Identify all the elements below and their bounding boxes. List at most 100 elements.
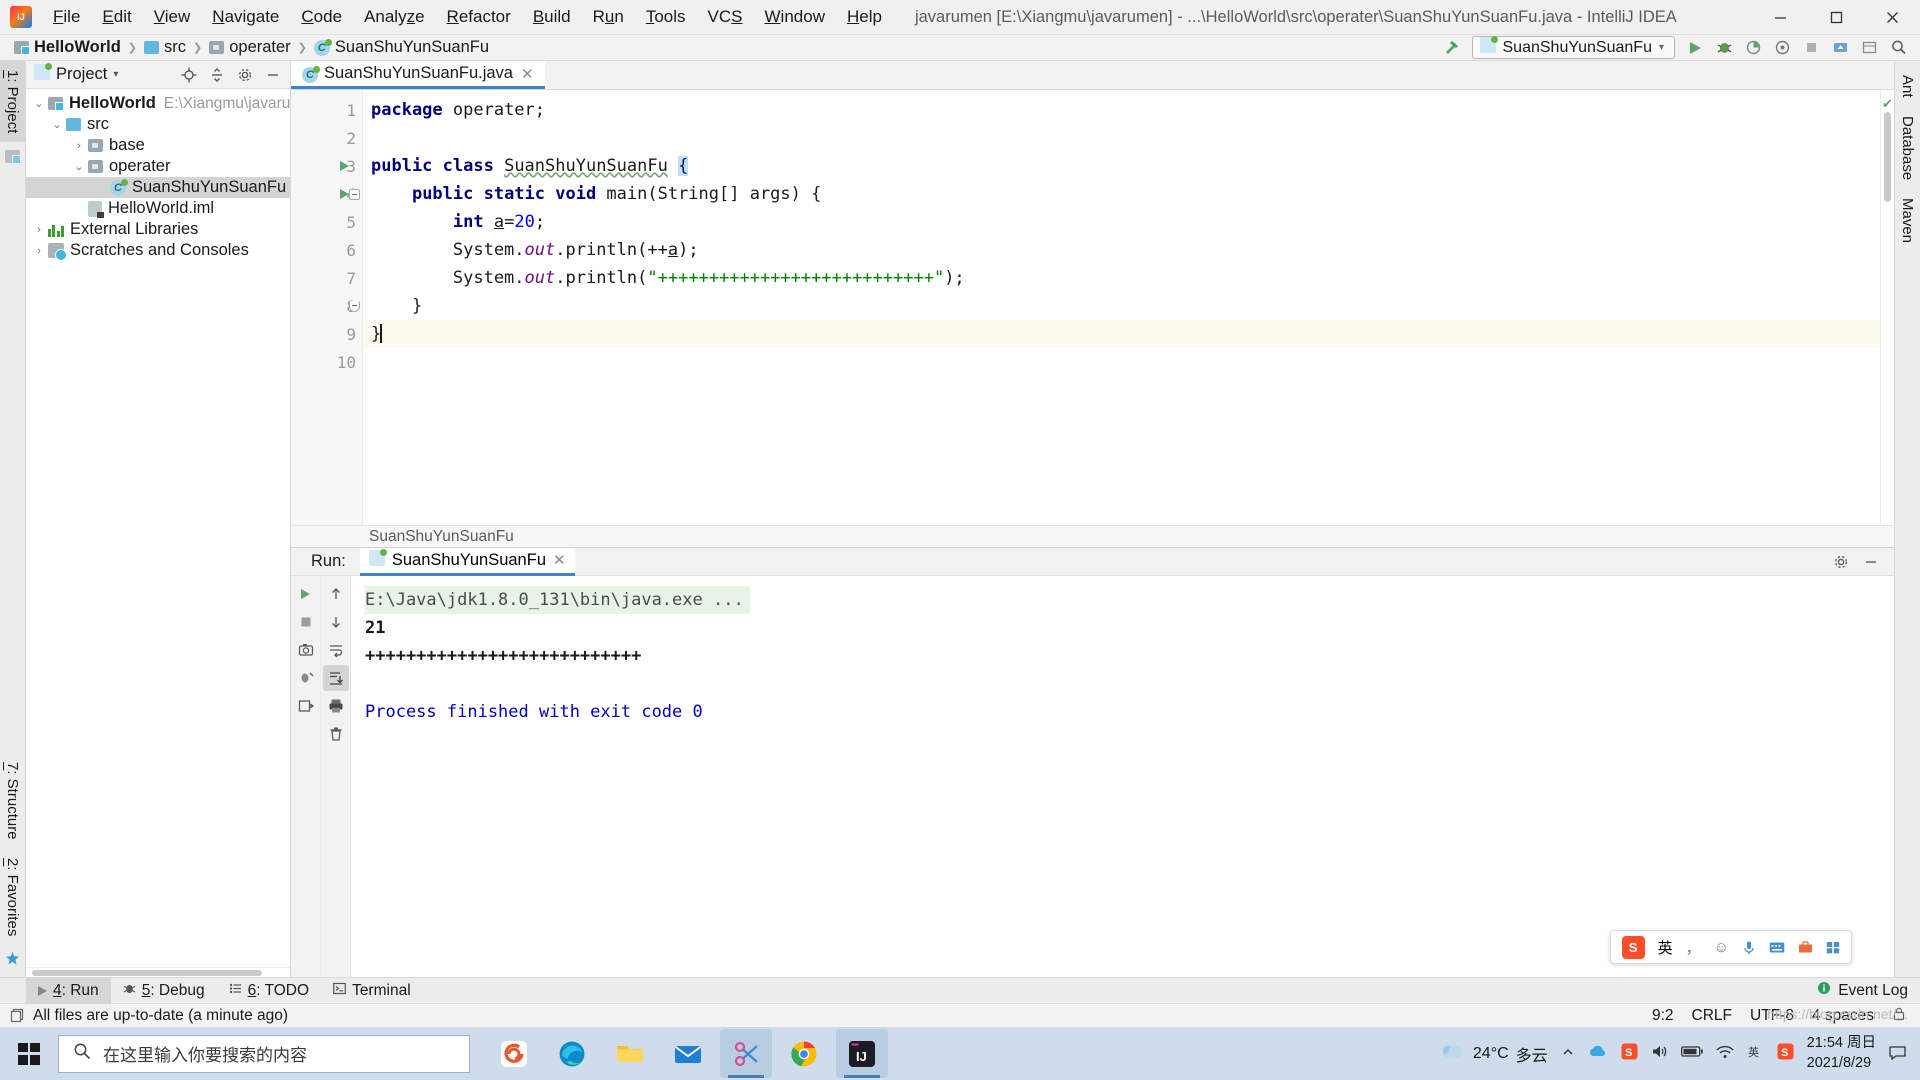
sidebar-tab-ant[interactable]: Ant	[1895, 61, 1920, 107]
editor-gutter[interactable]: 1 2 3 4 5 6 7 8 9 10	[291, 90, 363, 525]
sidebar-tab-maven[interactable]: Maven	[1895, 189, 1920, 252]
thread-dump-button[interactable]	[293, 665, 319, 691]
bottom-tab-debug[interactable]: 5: Debug	[111, 978, 217, 1004]
breadcrumb-operater[interactable]: operater	[186, 38, 291, 57]
caret-position[interactable]: 9:2	[1652, 1007, 1674, 1025]
run-button[interactable]	[1682, 36, 1709, 60]
close-icon[interactable]: ✕	[519, 65, 536, 83]
code-fold-icon[interactable]	[347, 180, 361, 208]
editor-vertical-scrollbar[interactable]	[1884, 112, 1891, 202]
bottom-tab-terminal[interactable]: Terminal	[321, 978, 423, 1004]
scroll-down-button[interactable]	[323, 609, 349, 635]
collapse-all-icon[interactable]	[206, 64, 228, 86]
minimize-button[interactable]	[1752, 0, 1808, 35]
sogou-pinyin-icon[interactable]	[488, 1029, 540, 1078]
microsoft-edge-icon[interactable]	[546, 1029, 598, 1078]
line-separator[interactable]: CRLF	[1692, 1007, 1732, 1025]
stop-button[interactable]	[1798, 36, 1825, 60]
sidebar-tab-structure[interactable]: 7: Structure	[0, 753, 25, 849]
maximize-button[interactable]	[1808, 0, 1864, 35]
mail-icon[interactable]	[662, 1029, 714, 1078]
sogou-tray-icon[interactable]: S	[1621, 1043, 1638, 1064]
minimize-icon[interactable]	[1858, 549, 1884, 575]
menu-navigate[interactable]: Navigate	[201, 3, 290, 31]
tree-item-helloworld-iml[interactable]: HelloWorld.iml	[26, 198, 290, 219]
bottom-tab-run[interactable]: 4: Run	[26, 977, 111, 1004]
menu-build[interactable]: Build	[522, 3, 582, 31]
chevron-collapsed-icon[interactable]: ›	[70, 140, 88, 152]
sidebar-tab-database[interactable]: Database	[1895, 107, 1920, 189]
weather-widget[interactable]: 24°C 多云	[1440, 1042, 1548, 1066]
code-fold-end-icon[interactable]	[347, 292, 361, 320]
debug-button[interactable]	[1711, 36, 1738, 60]
cloud-sync-icon[interactable]	[1588, 1044, 1608, 1064]
project-panel-horizontal-scrollbar[interactable]	[26, 967, 290, 977]
clear-all-button[interactable]	[323, 721, 349, 747]
editor-tab-suanshuyunsuanfu[interactable]: C SuanShuYunSuanFu.java ✕	[291, 61, 545, 89]
breadcrumb-helloworld[interactable]: HelloWorld	[14, 38, 121, 57]
print-button[interactable]	[323, 693, 349, 719]
build-hammer-icon[interactable]	[1438, 36, 1465, 60]
run-configuration-selector[interactable]: SuanShuYunSuanFu ▾	[1471, 36, 1675, 59]
profile-button[interactable]	[1769, 36, 1796, 60]
menu-vcs[interactable]: VCS	[697, 3, 754, 31]
screenshot-button[interactable]	[293, 637, 319, 663]
menu-analyze[interactable]: Analyze	[353, 3, 436, 31]
smiley-icon[interactable]: ☺	[1714, 939, 1729, 956]
chevron-collapsed-icon[interactable]: ›	[30, 224, 48, 236]
stop-button[interactable]	[293, 609, 319, 635]
tree-item-helloworld[interactable]: ⌄ HelloWorld E:\Xiangmu\javarumen\He	[26, 93, 290, 114]
hide-panel-icon[interactable]	[262, 64, 284, 86]
restore-layout-button[interactable]	[293, 693, 319, 719]
tree-item-operater[interactable]: ⌄ operater	[26, 156, 290, 177]
tree-item-base[interactable]: › base	[26, 135, 290, 156]
inspection-ok-icon[interactable]: ✔	[1882, 96, 1893, 112]
code-text[interactable]: package operater; public class SuanShuYu…	[363, 90, 1880, 525]
menu-icon[interactable]	[1826, 941, 1840, 954]
snipaste-icon[interactable]	[720, 1029, 772, 1078]
editor-marker-bar[interactable]: ✔	[1880, 90, 1894, 525]
breadcrumb-class[interactable]: C SuanShuYunSuanFu	[291, 38, 489, 57]
sogou-icon[interactable]: S	[1621, 935, 1645, 959]
scroll-to-end-button[interactable]	[322, 665, 349, 691]
menu-window[interactable]: Window	[754, 3, 836, 31]
sidebar-tab-project[interactable]: 1: Project	[0, 61, 25, 143]
sidebar-tab-favorites[interactable]: 2: Favorites	[0, 849, 25, 945]
menu-view[interactable]: View	[143, 3, 202, 31]
scroll-up-button[interactable]	[323, 581, 349, 607]
menu-file[interactable]: File	[42, 3, 91, 31]
menu-tools[interactable]: Tools	[635, 3, 697, 31]
menu-code[interactable]: Code	[290, 3, 353, 31]
chevron-down-icon[interactable]: ▾	[113, 69, 118, 80]
chevron-collapsed-icon[interactable]: ›	[30, 245, 48, 257]
sogou-status-icon[interactable]: S	[1777, 1043, 1794, 1064]
toolbox-icon[interactable]	[1798, 940, 1813, 954]
taskbar-search-input[interactable]: 在这里输入你要搜索的内容	[58, 1034, 470, 1073]
comma-icon[interactable]: ，	[1686, 937, 1701, 958]
close-button[interactable]	[1864, 0, 1920, 35]
gear-icon[interactable]	[1828, 549, 1854, 575]
google-chrome-icon[interactable]	[778, 1029, 830, 1078]
rerun-button[interactable]	[293, 581, 319, 607]
run-tab-suanshuyunsuanfu[interactable]: SuanShuYunSuanFu ✕	[359, 547, 575, 576]
breadcrumb-src[interactable]: src	[121, 38, 186, 57]
run-class-gutter-icon[interactable]	[335, 152, 353, 180]
battery-icon[interactable]	[1680, 1045, 1703, 1062]
menu-refactor[interactable]: Refactor	[436, 3, 522, 31]
chevron-expanded-icon[interactable]: ⌄	[48, 118, 66, 131]
code-editor[interactable]: 1 2 3 4 5 6 7 8 9 10	[291, 90, 1894, 525]
taskbar-clock[interactable]: 21:54 周日 2021/8/29	[1807, 1034, 1876, 1073]
update-project-button[interactable]	[1827, 36, 1854, 60]
search-everywhere-button[interactable]	[1885, 36, 1912, 60]
bottom-tab-todo[interactable]: 6: TODO	[217, 978, 321, 1004]
chevron-up-icon[interactable]	[1561, 1045, 1575, 1063]
tree-item-external-libraries[interactable]: › External Libraries	[26, 219, 290, 240]
file-explorer-icon[interactable]	[604, 1029, 656, 1078]
locate-file-icon[interactable]	[178, 64, 200, 86]
windows-start-icon[interactable]	[0, 1027, 58, 1080]
tree-item-src[interactable]: ⌄ src	[26, 114, 290, 135]
ime-indicator-icon[interactable]: 英	[1747, 1045, 1764, 1063]
tree-item-scratches-and-consoles[interactable]: › Scratches and Consoles	[26, 240, 290, 261]
ime-mode-label[interactable]: 英	[1658, 937, 1673, 958]
soft-wrap-button[interactable]	[323, 637, 349, 663]
